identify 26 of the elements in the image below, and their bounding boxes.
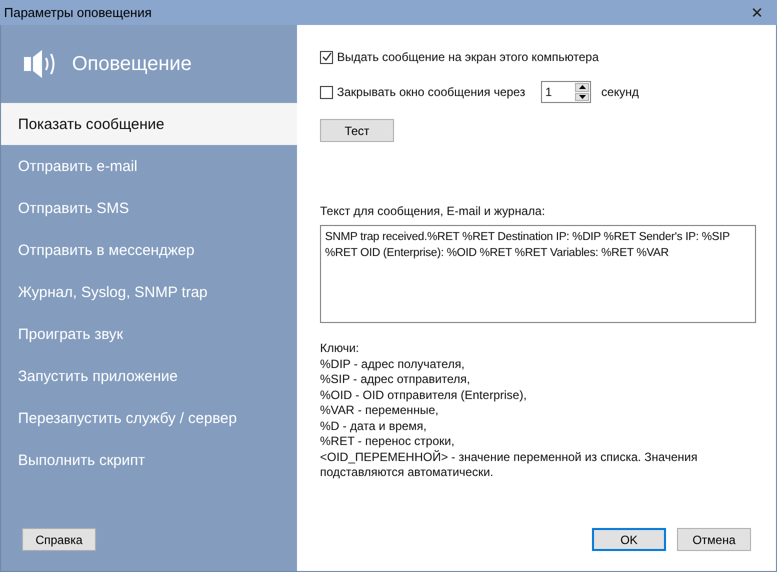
message-text-area[interactable]: SNMP trap received.%RET %RET Destination IP: %DIP %RET Sender's IP: %SIP %RET OID (Enterprise): %OID %RET %RET Variables: %RET %VAR	[320, 225, 756, 323]
checkbox-label: Закрывать окно сообщения через	[337, 85, 526, 99]
checkbox[interactable]	[320, 50, 333, 64]
up-arrow-icon[interactable]	[578, 85, 586, 90]
checkbox[interactable]	[320, 86, 333, 98]
unit-label: секунд	[601, 85, 639, 99]
cancel-button[interactable]: Отмена	[677, 528, 751, 551]
checkbox-label: Выдать сообщение на экран этого компьютера	[337, 50, 599, 64]
key-description: %RET - перенос строки,	[320, 434, 456, 450]
key-description: %D - дата и время,	[320, 418, 428, 434]
key-description: %DIP - адрес получателя,	[320, 356, 466, 372]
key-description: Ключи:	[320, 341, 360, 356]
window-title: Параметры оповещения	[4, 5, 152, 20]
sidebar-item[interactable]: Показать сообщение	[1, 103, 297, 145]
help-button[interactable]: Справка	[22, 528, 96, 551]
test-button[interactable]: Тест	[320, 119, 394, 142]
key-description: <OID_ПЕРЕМЕННОЙ> - значение переменной из списка. Значения подставляются автоматически.	[320, 450, 698, 480]
close-button[interactable]: ✕	[737, 0, 777, 25]
key-description: %VAR - переменные,	[320, 403, 440, 418]
ok-button[interactable]: OK	[592, 528, 666, 551]
down-arrow-icon[interactable]	[578, 94, 586, 99]
sidebar-header: Оповещение	[72, 52, 192, 76]
key-description: %OID - OID отправителя (Enterprise),	[320, 388, 528, 403]
key-description: %SIP - адрес отправителя,	[320, 372, 472, 388]
message-label: Текст для сообщения, E-mail и журнала:	[320, 204, 546, 218]
spin-field[interactable]: 1	[541, 81, 592, 103]
